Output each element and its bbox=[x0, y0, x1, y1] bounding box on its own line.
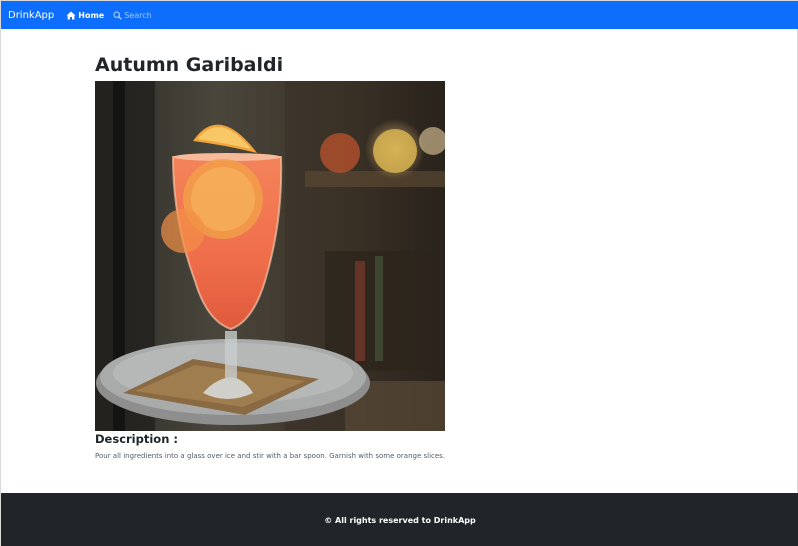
nav-home-link[interactable]: Home bbox=[66, 11, 104, 20]
nav-search-link[interactable]: Search bbox=[113, 10, 152, 20]
description-heading: Description : bbox=[95, 432, 178, 446]
brand-link[interactable]: DrinkApp bbox=[8, 10, 54, 21]
navbar: DrinkApp Home Search bbox=[1, 1, 798, 29]
nav-home-label: Home bbox=[78, 10, 105, 20]
drink-image bbox=[95, 81, 445, 431]
home-icon bbox=[66, 11, 76, 19]
footer: © All rights reserved to DrinkApp bbox=[1, 493, 798, 546]
nav-search-label: Search bbox=[124, 10, 152, 20]
description-text: Pour all ingredients into a glass over i… bbox=[95, 452, 446, 460]
footer-text: © All rights reserved to DrinkApp bbox=[324, 515, 476, 525]
search-icon bbox=[113, 10, 123, 20]
drink-title: Autumn Garibaldi bbox=[95, 54, 284, 76]
